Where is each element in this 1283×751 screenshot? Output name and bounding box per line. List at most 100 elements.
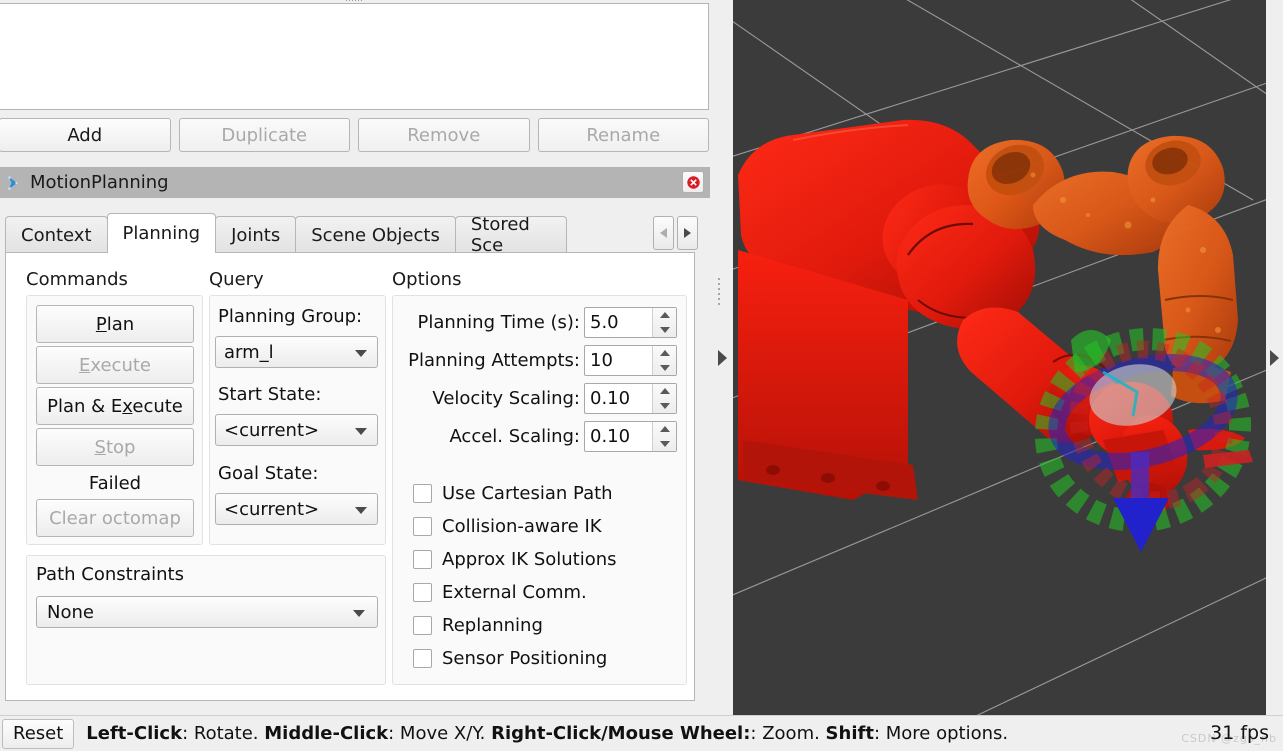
triangle-right-icon [1270, 349, 1279, 366]
checkbox-box-icon [413, 616, 432, 635]
right-panel-collapse-handle[interactable] [1266, 0, 1283, 715]
tab-stored-scenes[interactable]: Stored Sce [454, 216, 567, 253]
approx-ik-solutions-checkbox[interactable]: Approx IK Solutions [413, 549, 617, 570]
start-state-value: <current> [224, 419, 320, 441]
chevron-down-icon [355, 507, 367, 514]
collision-aware-ik-checkbox[interactable]: Collision-aware IK [413, 516, 602, 537]
collapse-grip-dots [718, 278, 720, 305]
caret-up-icon [659, 388, 670, 395]
planning-group-select[interactable]: arm_l [215, 336, 378, 368]
path-constraints-group: Path Constraints None [26, 555, 386, 685]
caret-down-icon [659, 364, 670, 371]
fps-counter: 31 fps [1210, 722, 1269, 744]
planning-attempts-decrement[interactable] [653, 361, 676, 376]
planning-time-value[interactable]: 5.0 [585, 308, 652, 337]
accel-scaling-spinner[interactable]: 0.10 [584, 421, 677, 452]
rename-button[interactable]: Rename [537, 118, 709, 152]
caret-up-icon [659, 312, 670, 319]
external-comm-checkbox[interactable]: External Comm. [413, 582, 587, 603]
caret-up-icon [659, 350, 670, 357]
goal-state-select[interactable]: <current> [215, 493, 378, 525]
status-bar: Reset Left-Click: Rotate. Middle-Click: … [0, 715, 1283, 751]
caret-up-icon [659, 426, 670, 433]
planning-time-decrement[interactable] [653, 323, 676, 338]
reset-button[interactable]: Reset [2, 718, 75, 749]
left-panel-collapse-handle[interactable] [712, 0, 733, 715]
velocity-scaling-decrement[interactable] [653, 399, 676, 414]
velocity-scaling-spinner[interactable]: 0.10 [584, 383, 677, 414]
tab-scroll-right-button[interactable] [677, 216, 698, 250]
replanning-label: Replanning [442, 615, 543, 636]
planning-group-label: Planning Group: [218, 306, 363, 327]
sensor-positioning-checkbox[interactable]: Sensor Positioning [413, 648, 607, 669]
planning-attempts-label: Planning Attempts: [408, 350, 580, 371]
plan-and-execute-button[interactable]: Plan & Execute [36, 387, 194, 425]
velocity-scaling-increment[interactable] [653, 384, 676, 399]
planning-time-label: Planning Time (s): [417, 312, 580, 333]
caret-down-icon [659, 440, 670, 447]
planning-attempts-spinner[interactable]: 10 [584, 345, 677, 376]
remove-button[interactable]: Remove [358, 118, 530, 152]
planning-attempts-row: Planning Attempts: 10 [405, 344, 677, 377]
sensor-positioning-label: Sensor Positioning [442, 648, 608, 669]
triangle-left-icon [718, 349, 727, 366]
add-button[interactable]: Add [0, 118, 171, 152]
path-constraints-select[interactable]: None [36, 596, 378, 628]
motionplanning-panel-header: MotionPlanning [0, 167, 710, 198]
checkbox-box-icon [413, 649, 432, 668]
tab-scroll-left-button[interactable] [653, 216, 674, 250]
chevron-down-icon [355, 428, 367, 435]
displays-toolbar: Add Duplicate Remove Rename [0, 118, 709, 152]
options-section-title: Options [392, 269, 462, 290]
planning-attempts-increment[interactable] [653, 346, 676, 361]
execute-button[interactable]: Execute [36, 346, 194, 384]
accel-scaling-row: Accel. Scaling: 0.10 [405, 420, 677, 453]
rviz-window: Add Duplicate Remove Rename MotionPlanni… [0, 0, 1283, 751]
chevron-down-icon [355, 350, 367, 357]
planning-time-spinner[interactable]: 5.0 [584, 307, 677, 338]
replanning-checkbox[interactable]: Replanning [413, 615, 543, 636]
3d-viewport[interactable] [733, 0, 1266, 715]
accel-scaling-value[interactable]: 0.10 [585, 422, 652, 451]
planning-time-increment[interactable] [653, 308, 676, 323]
planning-attempts-value[interactable]: 10 [585, 346, 652, 375]
duplicate-button[interactable]: Duplicate [178, 118, 350, 152]
tab-scene-objects[interactable]: Scene Objects [295, 216, 456, 253]
chevron-right-icon [684, 228, 691, 238]
planning-group-value: arm_l [224, 341, 274, 363]
checkbox-box-icon [413, 517, 432, 536]
path-constraints-value: None [47, 601, 94, 623]
velocity-scaling-row: Velocity Scaling: 0.10 [405, 382, 677, 415]
start-state-label: Start State: [218, 384, 322, 405]
displays-tree-list[interactable] [0, 3, 709, 110]
arrow-right-icon[interactable] [6, 174, 24, 192]
panel-splitter-handle[interactable] [339, 0, 369, 3]
close-panel-button[interactable] [682, 171, 704, 193]
accel-scaling-label: Accel. Scaling: [449, 426, 580, 447]
start-state-select[interactable]: <current> [215, 414, 378, 446]
velocity-scaling-value[interactable]: 0.10 [585, 384, 652, 413]
displays-panel: Add Duplicate Remove Rename MotionPlanni… [0, 0, 733, 715]
robot-model [738, 119, 1253, 552]
clear-octomap-button[interactable]: Clear octomap [36, 499, 194, 537]
checkbox-box-icon [413, 583, 432, 602]
stop-button[interactable]: Stop [36, 428, 194, 466]
tab-context[interactable]: Context [5, 216, 108, 253]
query-group: Planning Group: arm_l Start State: <curr… [209, 295, 386, 545]
tab-joints[interactable]: Joints [215, 216, 297, 253]
mouse-help-text: Left-Click: Rotate. Middle-Click: Move X… [86, 723, 1009, 744]
external-comm-label: External Comm. [442, 582, 587, 603]
use-cartesian-path-checkbox[interactable]: Use Cartesian Path [413, 483, 613, 504]
plan-button[interactable]: Plan [36, 305, 194, 343]
accel-scaling-increment[interactable] [653, 422, 676, 437]
plan-status-label: Failed [88, 472, 142, 494]
planning-tab-content: Commands Plan Execute Plan & Execute Sto… [5, 252, 695, 701]
close-circle-icon [686, 175, 700, 189]
commands-group: Plan Execute Plan & Execute Stop Failed … [26, 295, 203, 545]
velocity-scaling-label: Velocity Scaling: [432, 388, 580, 409]
options-group: Planning Time (s): 5.0 Planning Attempts… [392, 295, 687, 685]
tab-planning[interactable]: Planning [106, 213, 217, 253]
accel-scaling-decrement[interactable] [653, 437, 676, 452]
approx-ik-solutions-label: Approx IK Solutions [442, 549, 617, 570]
path-constraints-label: Path Constraints [36, 564, 184, 585]
